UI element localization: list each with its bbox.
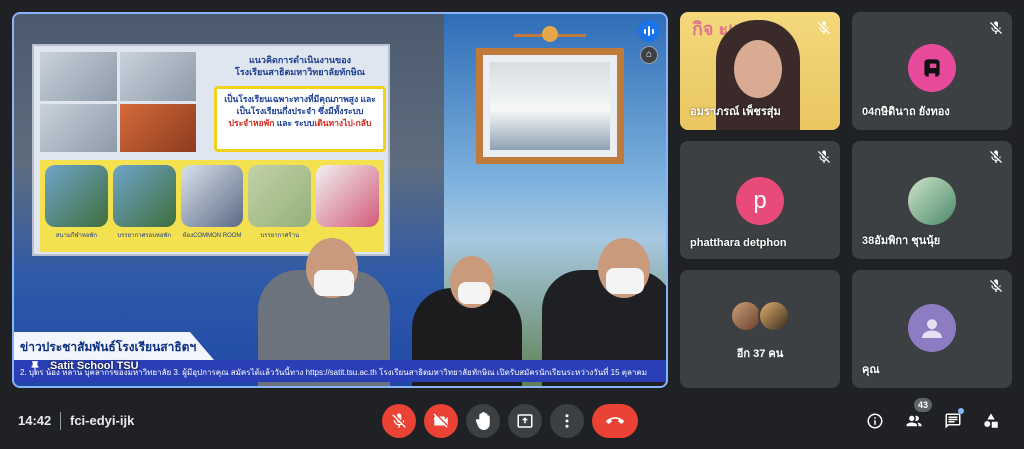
poster-photo-grid — [40, 52, 196, 152]
poster-photo — [40, 52, 117, 101]
face-mask — [606, 268, 644, 294]
mic-off-icon — [816, 149, 832, 165]
face-mask — [314, 270, 354, 296]
poster-thumb-image — [112, 165, 176, 227]
avatar — [758, 300, 790, 332]
poster-thumb-image — [316, 165, 379, 227]
present-screen-button[interactable] — [508, 404, 542, 438]
poster-thumb: บรรยากาศรอบหอพัก — [112, 165, 176, 247]
avatar — [908, 304, 956, 352]
poster-highlight-box: เป็นโรงเรียนเฉพาะทางที่มีคุณภาพสูง และ เ… — [214, 86, 386, 152]
mic-off-icon — [988, 149, 1004, 165]
leave-call-button[interactable] — [592, 404, 638, 438]
presenter-name: Satit School TSU — [50, 360, 139, 372]
poster-box-line: เป็นโรงเรียนเฉพาะทางที่มีคุณภาพสูง และ — [224, 94, 376, 104]
poster-box-highlight: ประจำหอพัก — [228, 118, 275, 128]
others-count-label: อีก 37 คน — [736, 348, 784, 360]
participant-name: คุณ — [862, 364, 880, 376]
framed-photo — [490, 62, 610, 150]
people-count-badge: 43 — [914, 398, 932, 412]
unread-indicator — [958, 408, 964, 414]
more-options-button[interactable] — [550, 404, 584, 438]
mic-off-icon — [392, 413, 406, 428]
poster-title-line: โรงเรียนสาธิตมหาวิทยาลัยทักษิณ — [235, 67, 365, 77]
participant-tile[interactable]: 38อัมพิกา ชุนนุ้ย — [852, 141, 1012, 259]
clock: 14:42 — [18, 413, 52, 428]
mic-off-icon — [816, 20, 832, 36]
poster-thumb-caption: บรรยากาศรอบหอพัก — [117, 233, 172, 239]
others-tile[interactable]: อีก 37 คน — [680, 270, 840, 388]
camera-toggle-button[interactable] — [424, 404, 458, 438]
raise-hand-button[interactable] — [466, 404, 500, 438]
poster-thumb-image — [180, 165, 244, 227]
face-mask — [458, 282, 490, 304]
participant-tile[interactable]: กิจ ะแนะ อมราภรณ์ เพ็ชรสุ่ม — [680, 12, 840, 130]
divider — [60, 412, 61, 430]
meeting-details-button[interactable] — [864, 410, 886, 432]
meeting-control-bar: 14:42 fci-edyi-ijk 43 — [0, 392, 1024, 449]
mic-toggle-button[interactable] — [382, 404, 416, 438]
participant-video-face — [734, 40, 782, 98]
participant-tile[interactable]: p phatthara detphon — [680, 141, 840, 259]
poster-title-line: แนวคิดการดำเนินงานของ — [248, 55, 352, 65]
speaking-icon — [638, 20, 660, 42]
poster-thumb-image — [45, 165, 108, 227]
camera-off-icon — [433, 413, 448, 428]
poster-box-highlight: เดินทางไป-กลับ — [314, 118, 372, 128]
poster-photo — [119, 103, 196, 152]
poster-thumb-image — [248, 165, 312, 227]
people-button[interactable] — [903, 410, 925, 432]
raise-hand-icon — [475, 412, 490, 430]
avatar: p — [736, 177, 784, 225]
activities-button[interactable] — [980, 410, 1002, 432]
others-avatars — [730, 300, 794, 336]
poster-photo — [119, 52, 196, 101]
more-options-icon — [565, 414, 569, 428]
hang-up-icon — [606, 417, 624, 424]
poster-thumb-caption: สนามกีฬาหอพัก — [55, 233, 98, 239]
poster-title: แนวคิดการดำเนินงานของ โรงเรียนสาธิตมหาวิ… — [214, 54, 386, 78]
poster-box-line: เป็นโรงเรียนกึ่งประจำ ซึ่งมีทั้งระบบ — [236, 106, 364, 116]
poster-box-text: และ ระบบ — [274, 118, 315, 128]
poster-photo — [40, 103, 117, 152]
self-tile[interactable]: คุณ — [852, 270, 1012, 388]
main-presenter-tile[interactable]: แนวคิดการดำเนินงานของ โรงเรียนสาธิตมหาวิ… — [12, 12, 668, 388]
participant-name: 04กษิดินาถ ยังทอง — [862, 106, 950, 118]
avatar — [908, 177, 956, 225]
meeting-code: fci-edyi-ijk — [70, 413, 135, 428]
presenting-indicator-icon[interactable]: ⌂ — [640, 46, 658, 64]
news-label: ข่าวประชาสัมพันธ์โรงเรียนสาธิตฯ — [20, 340, 197, 354]
frame-hook — [542, 26, 558, 42]
present-icon — [517, 414, 533, 428]
mic-off-icon — [988, 278, 1004, 294]
avatar — [908, 44, 956, 92]
people-icon — [906, 415, 922, 427]
activities-icon — [984, 413, 998, 428]
picture-frame — [476, 48, 624, 164]
pin-icon[interactable] — [28, 360, 42, 374]
poster-thumb: ห้องCOMMON ROOM — [180, 165, 244, 247]
participant-name: phatthara detphon — [690, 237, 787, 249]
participant-name: อมราภรณ์ เพ็ชรสุ่ม — [690, 106, 781, 118]
mic-off-icon — [988, 20, 1004, 36]
participant-tile[interactable]: 04กษิดินาถ ยังทอง — [852, 12, 1012, 130]
participant-name: 38อัมพิกา ชุนนุ้ย — [862, 235, 941, 247]
poster-thumb: สนามกีฬาหอพัก — [45, 165, 108, 247]
info-icon — [867, 413, 883, 429]
poster-box-line: ประจำหอพัก และ ระบบเดินทางไป-กลับ — [221, 117, 379, 129]
chat-icon — [945, 413, 961, 429]
poster-thumb-caption: ห้องCOMMON ROOM — [182, 233, 242, 239]
